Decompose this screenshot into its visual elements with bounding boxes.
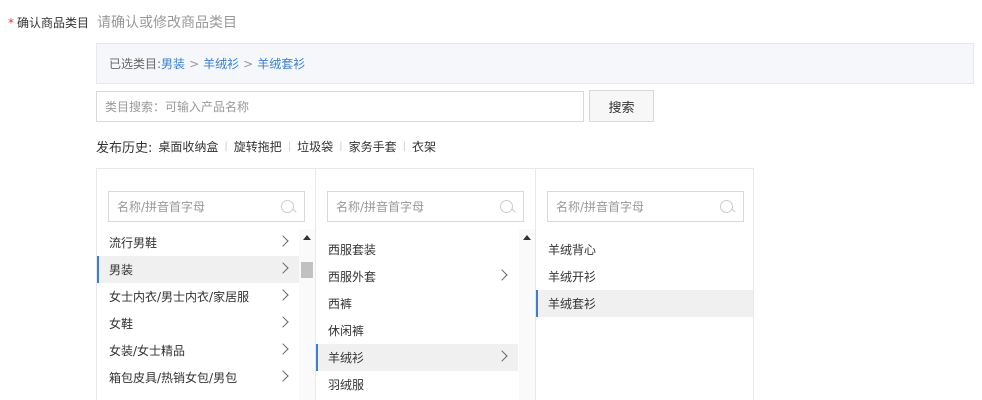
- category-item[interactable]: 羊绒开衫: [536, 263, 753, 290]
- category-column-1: 名称/拼音首字母 流行男鞋 男装 女士内衣/男士内衣/家居服 女鞋 女装/女士精…: [96, 168, 316, 400]
- category-item-label: 女装/女士精品: [109, 344, 186, 358]
- search-icon: [499, 199, 515, 215]
- history-separator: |: [287, 141, 292, 152]
- chevron-right-icon: [277, 289, 289, 301]
- category-item[interactable]: 西服外套: [316, 263, 518, 290]
- category-filter-input[interactable]: 名称/拼音首字母: [108, 191, 305, 222]
- category-label-text: 确认商品类目: [17, 16, 90, 30]
- chevron-right-icon: [277, 370, 289, 382]
- category-item-label: 西服套装: [328, 243, 377, 257]
- category-field-label: * 确认商品类目: [8, 14, 89, 31]
- category-item-selected[interactable]: 羊绒衫: [316, 344, 518, 371]
- history-item[interactable]: 家务手套: [349, 138, 397, 155]
- scroll-up-arrow-icon[interactable]: [523, 235, 531, 240]
- chevron-right-icon: [496, 269, 508, 281]
- category-list: 羊绒背心 羊绒开衫 羊绒套衫: [536, 236, 753, 317]
- category-item-label: 男装: [109, 263, 134, 277]
- category-item-label: 流行男鞋: [109, 236, 158, 250]
- chevron-right-icon: [277, 343, 289, 355]
- filter-placeholder: 名称/拼音首字母: [336, 200, 425, 214]
- publish-history: 发布历史: 桌面收纳盒 | 旋转拖把 | 垃圾袋 | 家务手套 | 衣架: [96, 137, 436, 156]
- chevron-right-icon: [277, 262, 289, 274]
- category-item[interactable]: 休闲裤: [316, 317, 518, 344]
- category-item-label: 箱包皮具/热销女包/男包: [109, 371, 238, 385]
- category-item[interactable]: 女士内衣/男士内衣/家居服: [97, 283, 299, 310]
- scroll-up-arrow-icon[interactable]: [303, 235, 311, 240]
- category-item-label: 羊绒开衫: [548, 270, 597, 284]
- history-separator: |: [402, 141, 406, 152]
- category-column-3: 名称/拼音首字母 羊绒背心 羊绒开衫 羊绒套衫: [535, 168, 754, 400]
- history-item[interactable]: 旋转拖把: [234, 138, 282, 155]
- category-item-label: 女鞋: [109, 317, 134, 331]
- scrollbar[interactable]: [519, 229, 535, 400]
- category-item[interactable]: 箱包皮具/热销女包/男包: [97, 364, 299, 391]
- category-item-selected[interactable]: 羊绒套衫: [536, 290, 753, 317]
- history-label: 发布历史:: [96, 141, 153, 156]
- category-search-input[interactable]: [96, 91, 584, 122]
- history-item[interactable]: 桌面收纳盒: [158, 138, 218, 155]
- history-item[interactable]: 垃圾袋: [297, 138, 333, 155]
- category-filter-input[interactable]: 名称/拼音首字母: [327, 191, 524, 222]
- path-separator: >: [243, 56, 254, 71]
- category-column-2: 名称/拼音首字母 西服套装 西服外套 西裤 休闲裤 羊绒衫 羽绒服: [315, 168, 536, 400]
- chevron-right-icon: [277, 235, 289, 247]
- selected-path-item[interactable]: 羊绒套衫: [257, 55, 305, 72]
- category-item[interactable]: 西裤: [316, 290, 518, 317]
- selected-prefix: 已选类目:: [109, 57, 162, 71]
- category-item[interactable]: 女鞋: [97, 310, 299, 337]
- category-item-label: 羊绒套衫: [548, 297, 597, 311]
- category-item-label: 羊绒衫: [328, 351, 365, 365]
- history-separator: |: [339, 141, 343, 152]
- category-item-label: 羊绒背心: [548, 243, 597, 257]
- category-item-label: 羽绒服: [328, 378, 365, 392]
- chevron-right-icon: [277, 316, 289, 328]
- category-hint: 请确认或修改商品类目: [97, 15, 237, 31]
- category-item-selected[interactable]: 男装: [97, 256, 299, 283]
- history-separator: |: [224, 141, 228, 152]
- category-list: 西服套装 西服外套 西裤 休闲裤 羊绒衫 羽绒服: [316, 236, 518, 398]
- category-list: 流行男鞋 男装 女士内衣/男士内衣/家居服 女鞋 女装/女士精品 箱包皮具/热销…: [97, 229, 299, 391]
- search-icon: [280, 199, 296, 215]
- selected-path-item[interactable]: 羊绒衫: [203, 55, 239, 72]
- category-filter-input[interactable]: 名称/拼音首字母: [547, 191, 744, 222]
- path-separator: >: [189, 56, 200, 71]
- scrollbar-thumb[interactable]: [301, 262, 313, 278]
- category-item[interactable]: 羽绒服: [316, 371, 518, 398]
- category-item[interactable]: 流行男鞋: [97, 229, 299, 256]
- filter-placeholder: 名称/拼音首字母: [556, 200, 645, 214]
- scrollbar[interactable]: [299, 229, 315, 400]
- selected-category-bar: 已选类目: 男装 > 羊绒衫 > 羊绒套衫: [96, 43, 974, 84]
- category-item[interactable]: 西服套装: [316, 236, 518, 263]
- chevron-right-icon: [496, 350, 508, 362]
- required-mark: *: [8, 16, 14, 30]
- category-item-label: 休闲裤: [328, 324, 365, 338]
- search-button[interactable]: 搜索: [589, 90, 654, 122]
- category-item-label: 西服外套: [328, 270, 377, 284]
- category-item-label: 西裤: [328, 297, 353, 311]
- filter-placeholder: 名称/拼音首字母: [117, 200, 206, 214]
- history-item[interactable]: 衣架: [412, 138, 436, 155]
- category-item[interactable]: 羊绒背心: [536, 236, 753, 263]
- category-item-label: 女士内衣/男士内衣/家居服: [109, 290, 250, 304]
- category-item[interactable]: 女装/女士精品: [97, 337, 299, 364]
- search-icon: [719, 199, 735, 215]
- selected-path-item[interactable]: 男装: [161, 55, 185, 72]
